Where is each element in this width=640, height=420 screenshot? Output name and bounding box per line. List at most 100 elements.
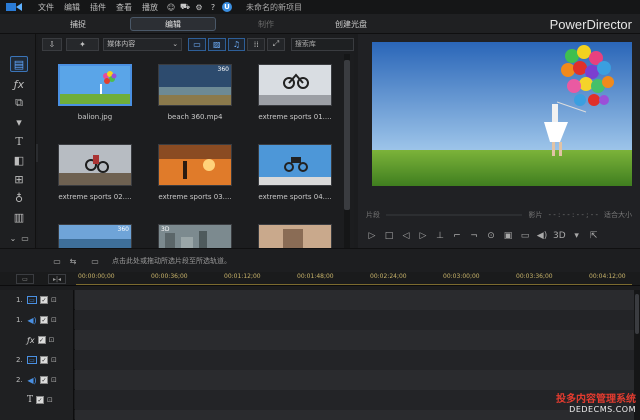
chevron-down-icon[interactable]: ⌄ [8,230,18,246]
zoom-select[interactable]: 适合大小 [604,210,632,220]
timeline-ruler[interactable]: ▭ ▸|◂ 00:00:00;00 00:00:36;00 00:01:12;00 0… [0,272,640,286]
track-lane[interactable] [75,390,634,410]
track-video-1[interactable]: 1. ▭ ✓ ⊡ [0,290,634,310]
media-item[interactable]: extreme sports 02.... [58,144,132,201]
library-content-select[interactable]: 媒体内容 ⌄ [103,37,183,51]
track-video-2[interactable]: 2. ▭ ✓ ⊡ [0,350,634,370]
media-item[interactable]: 360 [58,224,132,248]
play-icon[interactable]: ▷ [366,230,378,242]
ruler-tick-label: 00:00:00;00 [78,273,115,280]
tab-edit[interactable]: 编辑 [130,17,216,31]
fx-room-icon[interactable]: ƒx [10,76,28,92]
track-audio-2[interactable]: 2. ◀) ✓ ⊡ [0,370,634,390]
track-lane[interactable] [75,350,634,370]
chapter-room-icon[interactable]: ▥ [10,209,28,225]
tab-capture[interactable]: 捕捉 [58,17,98,31]
track-title[interactable]: T ✓ ⊡ [0,390,634,410]
timecode-display[interactable]: - - : - - : - - ; - - [548,211,598,219]
help-icon[interactable]: ? [208,2,218,12]
fit-timeline-icon[interactable]: ▸|◂ [48,274,66,284]
track-lane[interactable] [75,290,634,310]
media-item[interactable]: extreme sports 01.... [258,64,332,121]
preview-scrubber[interactable]: 片段 影片 - - : - - : - - ; - - 适合大小 [366,209,632,221]
preview-quality-icon[interactable]: ▣ [502,230,514,242]
mark-out-icon[interactable]: ¬ [468,230,480,242]
track-enable-checkbox[interactable]: ✓ [40,296,48,304]
menu-file[interactable]: 文件 [38,2,54,13]
media-item[interactable]: 360 beach 360.mp4 [158,64,232,121]
menu-view[interactable]: 查看 [116,2,132,13]
import-media-button[interactable]: ⇩ [42,37,62,51]
media-item[interactable]: extreme sports 04.... [258,144,332,201]
menu-edit[interactable]: 编辑 [64,2,80,13]
split-icon[interactable]: ⊥ [434,230,446,242]
user-icon[interactable]: ☺ [166,2,176,12]
undock-icon[interactable]: ⇱ [588,230,600,242]
voice-over-icon[interactable]: ♁ [10,190,28,206]
stop-icon[interactable]: □ [383,230,395,242]
filter-audio-button[interactable]: ♫ [227,37,246,51]
track-enable-checkbox[interactable]: ✓ [37,336,46,344]
library-scroll-thumb[interactable] [344,60,350,210]
lock-icon[interactable]: ⊡ [47,396,54,404]
track-enable-checkbox[interactable]: ✓ [36,396,45,404]
track-fx[interactable]: ƒx ✓ ⊡ [0,330,634,350]
media-item[interactable]: 3D [158,224,232,248]
previous-frame-icon[interactable]: ◁ [400,230,412,242]
insert-button-icon[interactable]: ▭ [88,255,102,267]
track-manager-icon[interactable]: ▭ [16,274,34,284]
lock-icon[interactable]: ⊡ [51,296,58,304]
clip-mode-button[interactable]: 片段 [366,210,380,220]
storyboard-view-icon[interactable]: ▭ [50,255,64,267]
lock-icon[interactable]: ⊡ [51,316,58,324]
media-item[interactable]: extreme sports 03.... [158,144,232,201]
update-icon[interactable]: U [222,2,232,12]
menu-playback[interactable]: 播放 [142,2,158,13]
expand-icon[interactable]: ▭ [20,230,30,246]
track-enable-checkbox[interactable]: ✓ [40,356,48,364]
track-audio-1[interactable]: 1. ◀) ✓ ⊡ [0,310,634,330]
lock-icon[interactable]: ⊡ [51,376,58,384]
tab-produce[interactable]: 制作 [246,17,286,31]
track-lane[interactable] [75,310,634,330]
media-item[interactable]: balion.jpg [58,64,132,121]
movie-mode-button[interactable]: 影片 [528,210,542,220]
track-lane[interactable] [75,370,634,390]
lock-icon[interactable]: ⊡ [49,336,56,344]
volume-icon[interactable]: ◀) [536,230,548,242]
timeline-view-icon[interactable]: ⇆ [66,255,80,267]
lock-icon[interactable]: ⊡ [51,356,58,364]
track-enable-checkbox[interactable]: ✓ [40,376,48,384]
track-lane[interactable] [75,330,634,350]
timeline-scroll-thumb[interactable] [635,294,639,334]
pip-room-icon[interactable]: ⧉ [10,95,28,111]
library-scrollbar[interactable] [344,54,350,248]
media-item[interactable] [258,224,332,248]
tab-create-disc[interactable]: 创建光盘 [326,17,376,31]
cart-icon[interactable]: ⛟ [180,2,190,12]
filter-video-button[interactable]: ▭ [188,37,206,51]
snapshot-icon[interactable]: ⊙ [485,230,497,242]
particle-room-icon[interactable]: ▾ [10,114,28,130]
track-voice[interactable] [0,410,634,420]
audio-mixing-icon[interactable]: ⊞ [10,171,28,187]
chevron-down-icon[interactable]: ▾ [571,230,583,242]
library-search-input[interactable]: 搜索库 [290,37,354,51]
fullscreen-preview-icon[interactable]: ▭ [519,230,531,242]
scrub-track[interactable] [386,214,523,216]
expand-library-button[interactable]: ⤢ [267,37,285,51]
3d-mode-button[interactable]: 3D [553,231,566,241]
filter-image-button[interactable]: ▨ [207,37,226,51]
mark-in-icon[interactable]: ⌐ [451,230,463,242]
transition-room-icon[interactable]: ◧ [10,152,28,168]
grid-view-button[interactable]: ⁞⁞ [247,37,266,51]
track-enable-checkbox[interactable]: ✓ [40,316,48,324]
media-room-icon[interactable]: ▤ [10,56,28,72]
menu-plugins[interactable]: 插件 [90,2,106,13]
ruler-tick-label: 00:04:12;00 [589,273,626,280]
title-room-icon[interactable]: T [10,133,28,149]
gear-icon[interactable]: ⚙ [194,2,204,12]
next-frame-icon[interactable]: ▷ [417,230,429,242]
track-lane[interactable] [75,410,634,420]
plugins-button[interactable]: ✦ [65,37,100,51]
